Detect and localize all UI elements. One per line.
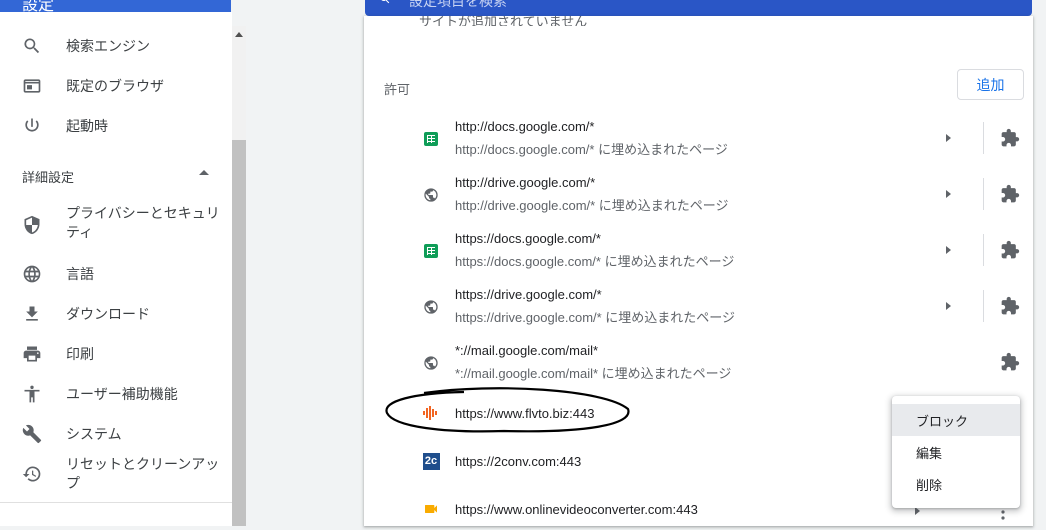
search-icon	[379, 0, 391, 4]
sidebar-item-default-browser[interactable]: 既定のブラウザ	[0, 66, 232, 106]
wrench-icon	[22, 424, 42, 444]
sidebar-item-on-startup[interactable]: 起動時	[0, 106, 232, 146]
sidebar-item-downloads[interactable]: ダウンロード	[0, 294, 232, 334]
scroll-up-arrow-icon[interactable]	[235, 32, 243, 37]
sidebar-item-label: ユーザー補助機能	[66, 385, 178, 402]
globe-icon	[422, 298, 440, 316]
sidebar-scrollbar-thumb[interactable]	[232, 140, 246, 526]
allow-section-label: 許可	[384, 82, 411, 97]
menu-item-delete[interactable]: 削除	[892, 468, 1020, 500]
site-row[interactable]: http://drive.google.com/* http://drive.g…	[364, 170, 1033, 218]
sidebar-item-label: ダウンロード	[66, 305, 150, 322]
sidebar-item-search-engine[interactable]: 検索エンジン	[0, 26, 232, 66]
site-url: https://www.onlinevideoconverter.com:443	[455, 502, 698, 517]
shield-icon	[22, 215, 42, 235]
settings-search-bar[interactable]: 設定項目を検索	[365, 0, 1032, 16]
sidebar-item-language[interactable]: 言語	[0, 254, 232, 294]
sidebar-item-label: 検索エンジン	[66, 37, 150, 54]
browser-icon	[22, 76, 42, 96]
sidebar-item-label: プライバシーとセキュリティ	[66, 205, 220, 240]
annotation-circle	[385, 387, 630, 433]
extension-puzzle-icon[interactable]	[1000, 184, 1020, 204]
chevron-right-icon[interactable]	[946, 134, 951, 142]
sidebar-divider	[0, 502, 232, 503]
sidebar-item-accessibility[interactable]: ユーザー補助機能	[0, 374, 232, 414]
chevron-right-icon[interactable]	[946, 302, 951, 310]
sidebar: 検索エンジン 既定のブラウザ 起動時 詳細設定 プライバシーとセキュリティ 言語…	[0, 12, 232, 526]
restore-icon	[22, 464, 42, 484]
site-row[interactable]: http://docs.google.com/* http://docs.goo…	[364, 114, 1033, 162]
menu-item-edit[interactable]: 編集	[892, 436, 1020, 468]
extension-puzzle-icon[interactable]	[1000, 352, 1020, 372]
sidebar-item-system[interactable]: システム	[0, 414, 232, 454]
camera-icon	[422, 500, 440, 518]
site-row[interactable]: https://drive.google.com/* https://drive…	[364, 282, 1033, 330]
app-title: 設定	[22, 0, 55, 12]
power-icon	[22, 116, 42, 136]
sidebar-item-label: システム	[66, 425, 122, 442]
search-icon	[22, 36, 42, 56]
chevron-right-icon[interactable]	[946, 246, 951, 254]
site-row[interactable]: *://mail.google.com/mail* *://mail.googl…	[364, 338, 1033, 386]
site-url: http://docs.google.com/*	[455, 119, 595, 134]
printer-icon	[22, 344, 42, 364]
extension-puzzle-icon[interactable]	[1000, 296, 1020, 316]
advanced-section-label[interactable]: 詳細設定	[22, 167, 74, 186]
sidebar-item-label: 既定のブラウザ	[66, 77, 164, 94]
site-url: https://2conv.com:443	[455, 454, 582, 469]
chevron-right-icon[interactable]	[915, 507, 920, 515]
site-embedded-text: *://mail.google.com/mail* に埋め込まれたページ	[455, 366, 732, 381]
site-url: http://drive.google.com/*	[455, 175, 596, 190]
row-divider	[983, 234, 984, 266]
search-placeholder: 設定項目を検索	[409, 0, 507, 9]
sidebar-item-label: リセットとクリーンアップ	[66, 456, 220, 491]
site-url: *://mail.google.com/mail*	[455, 343, 599, 358]
globe-icon	[22, 264, 42, 284]
empty-list-text: サイトが追加されていません	[419, 16, 588, 26]
add-site-button[interactable]: 追加	[957, 69, 1024, 100]
row-divider	[983, 122, 984, 154]
chevron-right-icon[interactable]	[946, 190, 951, 198]
sidebar-item-reset[interactable]: リセットとクリーンアップ	[0, 454, 232, 494]
menu-item-block[interactable]: ブロック	[892, 404, 1020, 436]
site-embedded-text: https://docs.google.com/* に埋め込まれたページ	[455, 254, 735, 269]
site-embedded-text: http://drive.google.com/* に埋め込まれたページ	[455, 198, 729, 213]
site-url: https://drive.google.com/*	[455, 287, 602, 302]
globe-icon	[422, 354, 440, 372]
site-url: https://docs.google.com/*	[455, 231, 601, 246]
sheets-icon	[422, 242, 440, 260]
2conv-icon: 2c	[422, 452, 440, 470]
sidebar-item-privacy[interactable]: プライバシーとセキュリティ	[0, 200, 232, 250]
site-row[interactable]: https://docs.google.com/* https://docs.g…	[364, 226, 1033, 274]
extension-puzzle-icon[interactable]	[1000, 128, 1020, 148]
globe-icon	[422, 186, 440, 204]
site-context-menu: ブロック 編集 削除	[892, 396, 1020, 508]
sidebar-item-printing[interactable]: 印刷	[0, 334, 232, 374]
row-divider	[983, 178, 984, 210]
accessibility-icon	[22, 384, 42, 404]
row-divider	[983, 290, 984, 322]
extension-puzzle-icon[interactable]	[1000, 240, 1020, 260]
site-embedded-text: https://drive.google.com/* に埋め込まれたページ	[455, 310, 736, 325]
sidebar-item-label: 起動時	[66, 117, 108, 134]
sheets-icon	[422, 130, 440, 148]
collapse-arrow-icon[interactable]	[199, 170, 209, 175]
site-embedded-text: http://docs.google.com/* に埋め込まれたページ	[455, 142, 728, 157]
download-icon	[22, 304, 42, 324]
sidebar-item-label: 印刷	[66, 345, 94, 362]
header-bar: 設定	[0, 0, 231, 12]
sidebar-item-label: 言語	[66, 265, 94, 282]
